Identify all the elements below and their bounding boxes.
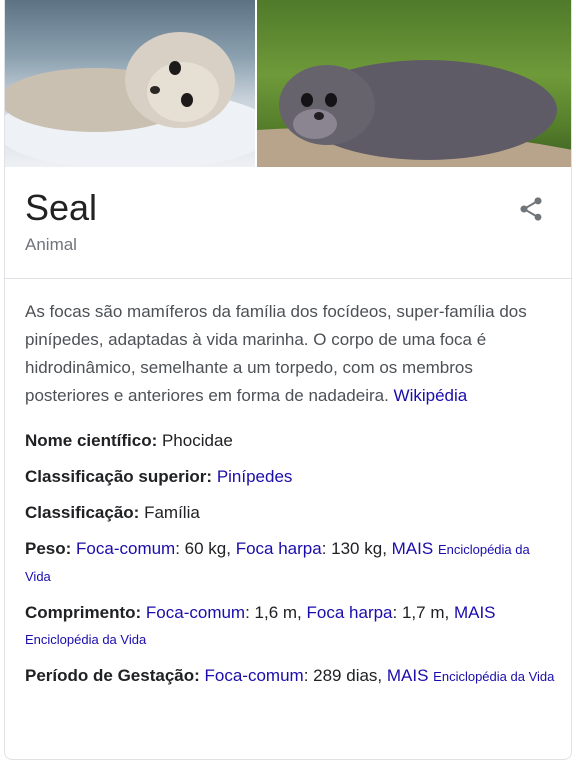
length-more-link[interactable]: MAIS [454,603,496,622]
image-strip [5,0,571,167]
gestation-more-link[interactable]: MAIS [387,666,429,685]
weight-link-1[interactable]: Foca-comum [76,539,175,558]
weight-link-2[interactable]: Foca harpa [236,539,322,558]
fact-gestation: Período de Gestação: Foca-comum: 289 dia… [25,663,555,690]
length-value-2: : 1,7 m, [392,603,454,622]
fact-label: Classificação superior: [25,467,213,486]
panel-body: As focas são mamíferos da família dos fo… [25,298,555,690]
length-link-2[interactable]: Foca harpa [307,603,393,622]
fact-classification: Classificação: Família [25,500,555,526]
share-icon[interactable] [517,195,545,223]
gestation-value-1: : 289 dias, [303,666,387,685]
entity-subtitle: Animal [25,235,77,254]
description: As focas são mamíferos da família dos fo… [25,298,555,410]
fact-higher-classification: Classificação superior: Pinípedes [25,464,555,490]
fact-label: Nome científico: [25,431,158,450]
weight-more-link[interactable]: MAIS [392,539,434,558]
length-link-1[interactable]: Foca-comum [146,603,245,622]
pinipedes-link[interactable]: Pinípedes [217,467,293,486]
harbor-seal-image[interactable] [257,0,571,167]
gestation-source-link[interactable]: Enciclopédia da Vida [433,669,554,684]
fact-scientific-name: Nome científico: Phocidae [25,428,555,454]
fact-length: Comprimento: Foca-comum: 1,6 m, Foca har… [25,600,555,653]
weight-value-1: : 60 kg, [175,539,236,558]
fact-label: Período de Gestação: [25,666,200,685]
knowledge-panel: Seal Animal As focas são mamíferos da fa… [4,0,572,760]
fact-value: Phocidae [157,431,233,450]
wikipedia-link[interactable]: Wikipédia [394,386,468,405]
panel-header: Seal Animal [5,167,571,279]
fact-value: Família [139,503,200,522]
entity-title: Seal [25,187,98,228]
seal-pup-image[interactable] [5,0,255,167]
length-source-link[interactable]: Enciclopédia da Vida [25,632,146,647]
weight-value-2: : 130 kg, [321,539,392,558]
gestation-link-1[interactable]: Foca-comum [205,666,304,685]
fact-weight: Peso: Foca-comum: 60 kg, Foca harpa: 130… [25,536,555,590]
fact-label: Peso: [25,539,72,558]
fact-label: Comprimento: [25,603,142,622]
length-value-1: : 1,6 m, [245,603,307,622]
fact-label: Classificação: [25,503,140,522]
